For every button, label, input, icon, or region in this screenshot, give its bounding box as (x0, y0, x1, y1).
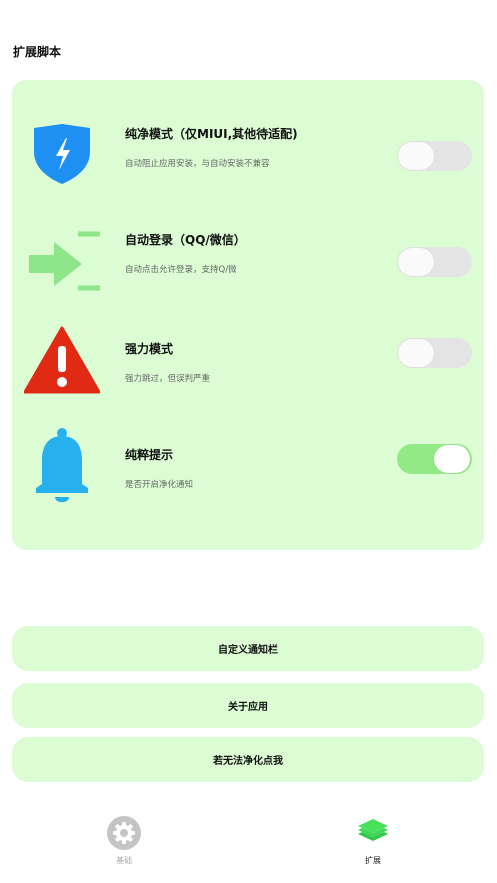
app-screen: 扩展脚本 纯净模式（仅MIUI,其他待适配) 自动阻止应用安装，与自动安装不兼容 (0, 0, 497, 883)
nav-tab-extend[interactable]: 扩展 (333, 815, 413, 866)
toggle-knob (398, 142, 434, 170)
warning-icon (23, 322, 101, 402)
nav-label-basic: 基础 (116, 856, 132, 865)
toggle-knob (398, 248, 434, 276)
toggle-knob (434, 445, 470, 473)
pure-mode-toggle[interactable] (397, 141, 472, 171)
setting-description: 自动点击允许登录，支持Q/微 (125, 265, 237, 275)
setting-title: 自动登录（QQ/微信） (125, 233, 246, 247)
setting-text: 纯粹提示 是否开启净化通知 (125, 446, 193, 490)
setting-description: 自动阻止应用安装，与自动安装不兼容 (125, 159, 270, 169)
strong-mode-toggle[interactable] (397, 338, 472, 368)
setting-text: 强力模式 强力跳过，但误判严重 (125, 340, 210, 384)
auto-login-toggle[interactable] (397, 247, 472, 277)
setting-title: 纯净模式（仅MIUI,其他待适配) (125, 127, 298, 141)
nav-tab-basic[interactable]: 基础 (84, 815, 164, 866)
shield-bolt-icon (24, 106, 100, 186)
toggle-knob (398, 339, 434, 367)
setting-title: 纯粹提示 (125, 448, 174, 462)
section-title: 扩展脚本 (13, 45, 62, 59)
sign-in-icon (24, 215, 107, 295)
gear-icon (107, 816, 141, 850)
setting-description: 强力跳过，但误判严重 (125, 374, 211, 384)
setting-row-pure-mode: 纯净模式（仅MIUI,其他待适配) 自动阻止应用安装，与自动安装不兼容 (12, 100, 484, 200)
setting-text: 纯净模式（仅MIUI,其他待适配) 自动阻止应用安装，与自动安装不兼容 (125, 125, 298, 169)
help-cannot-clean-button[interactable]: 若无法净化点我 (12, 737, 484, 782)
setting-row-auto-login: 自动登录（QQ/微信） 自动点击允许登录，支持Q/微 (12, 205, 484, 305)
setting-text: 自动登录（QQ/微信） 自动点击允许登录，支持Q/微 (125, 231, 246, 275)
nav-label-extend: 扩展 (365, 856, 381, 865)
setting-description: 是否开启净化通知 (125, 480, 194, 490)
setting-row-pure-hint: 纯粹提示 是否开启净化通知 (12, 416, 484, 516)
extension-settings-card: 纯净模式（仅MIUI,其他待适配) 自动阻止应用安装，与自动安装不兼容 自动登录… (12, 80, 484, 550)
custom-notification-button[interactable]: 自定义通知栏 (12, 626, 484, 671)
setting-title: 强力模式 (125, 342, 174, 356)
about-app-button[interactable]: 关于应用 (12, 683, 484, 728)
pure-hint-toggle[interactable] (397, 444, 472, 474)
bell-icon (24, 426, 100, 506)
setting-row-strong-mode: 强力模式 强力跳过，但误判严重 (12, 310, 484, 410)
layers-icon (358, 819, 388, 841)
